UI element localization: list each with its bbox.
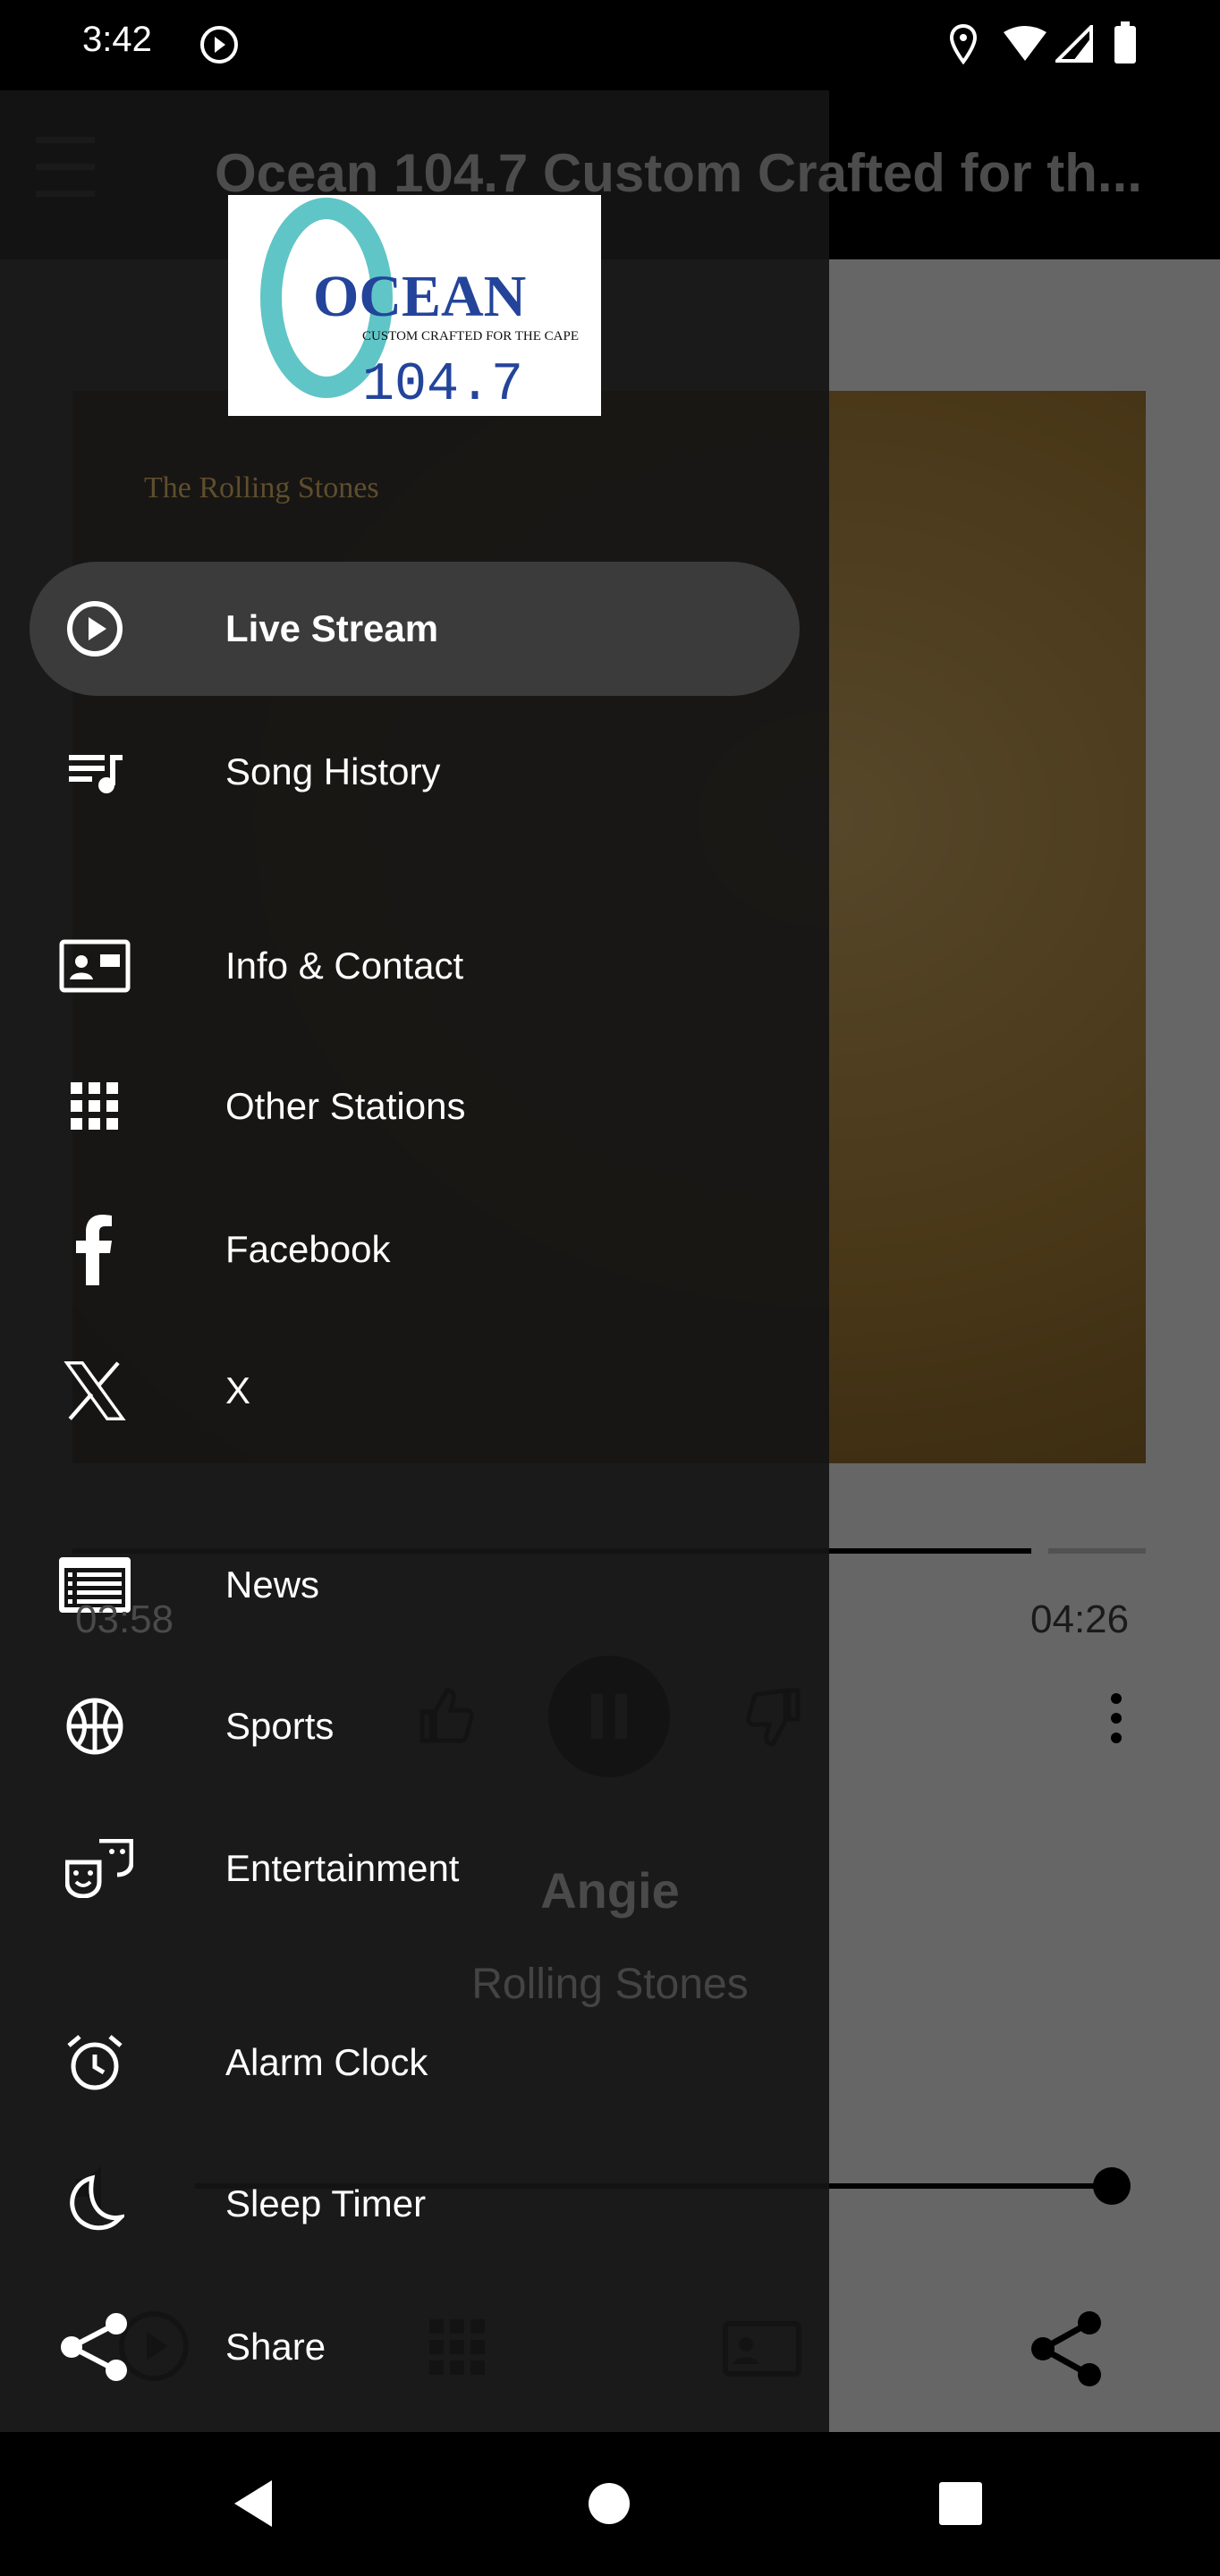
drawer-item-alarm-clock[interactable]: Alarm Clock [30, 1996, 800, 2130]
drawer-item-sports[interactable]: Sports [30, 1659, 800, 1793]
drawer-item-label: Live Stream [225, 607, 439, 649]
basketball-icon [66, 1698, 123, 1755]
x-logo-icon [64, 1361, 126, 1420]
drawer-item-news[interactable]: News [30, 1518, 800, 1652]
play-circle-icon [67, 601, 123, 657]
drawer-item-sleep-timer[interactable]: Sleep Timer [30, 2137, 800, 2271]
location-icon [949, 23, 978, 64]
drawer-item-info-contact[interactable]: Info & Contact [30, 899, 800, 1033]
status-bar: 3:42 [0, 0, 1220, 90]
playlist-icon [69, 755, 123, 793]
drawer-item-other-stations[interactable]: Other Stations [30, 1039, 800, 1174]
logo-tagline: CUSTOM CRAFTED FOR THE CAPE [362, 329, 579, 343]
battery-icon [1114, 21, 1136, 64]
system-navigation-bar [0, 2432, 1220, 2576]
contact-card-icon [59, 939, 131, 993]
ocean-logo-image: OCEAN CUSTOM CRAFTED FOR THE CAPE 104.7 [260, 198, 579, 416]
drawer-item-facebook[interactable]: Facebook [30, 1182, 800, 1317]
signal-icon [1055, 25, 1093, 63]
drawer-item-label: Entertainment [225, 1847, 460, 1889]
drawer-item-label: Song History [225, 750, 441, 792]
navigation-drawer: OCEAN CUSTOM CRAFTED FOR THE CAPE 104.7 … [0, 90, 829, 2432]
drawer-item-song-history[interactable]: Song History [30, 705, 800, 839]
drawer-item-label: Other Stations [225, 1085, 466, 1127]
recents-button-icon[interactable] [939, 2482, 982, 2525]
theater-masks-icon [65, 1839, 133, 1898]
drawer-item-live-stream[interactable]: Live Stream [30, 562, 800, 696]
drawer-item-x[interactable]: X [30, 1324, 800, 1458]
status-time: 3:42 [82, 20, 152, 59]
grid-icon [71, 1082, 118, 1130]
drawer-item-label: Sports [225, 1705, 335, 1747]
back-button-icon[interactable] [231, 2477, 275, 2530]
drawer-item-label: News [225, 1563, 320, 1606]
logo-name: OCEAN [313, 264, 526, 329]
home-button-icon[interactable] [588, 2482, 631, 2525]
drawer-item-label: Facebook [225, 1228, 391, 1270]
drawer-item-share[interactable]: Share [30, 2280, 800, 2414]
facebook-icon [76, 1215, 112, 1285]
station-logo: OCEAN CUSTOM CRAFTED FOR THE CAPE 104.7 [228, 195, 601, 416]
drawer-item-label: Sleep Timer [225, 2182, 427, 2224]
drawer-item-label: Alarm Clock [225, 2041, 428, 2083]
drawer-item-label: X [225, 1369, 251, 1411]
alarm-clock-icon [67, 2035, 123, 2090]
play-circle-icon [200, 26, 238, 64]
news-icon [59, 1557, 131, 1613]
moon-icon [70, 2174, 124, 2231]
wifi-icon [1004, 26, 1046, 61]
drawer-item-entertainment[interactable]: Entertainment [30, 1801, 800, 1936]
logo-frequency: 104.7 [362, 355, 523, 416]
drawer-item-label: Share [225, 2326, 326, 2368]
share-icon [61, 2313, 127, 2381]
drawer-item-label: Info & Contact [225, 945, 464, 987]
